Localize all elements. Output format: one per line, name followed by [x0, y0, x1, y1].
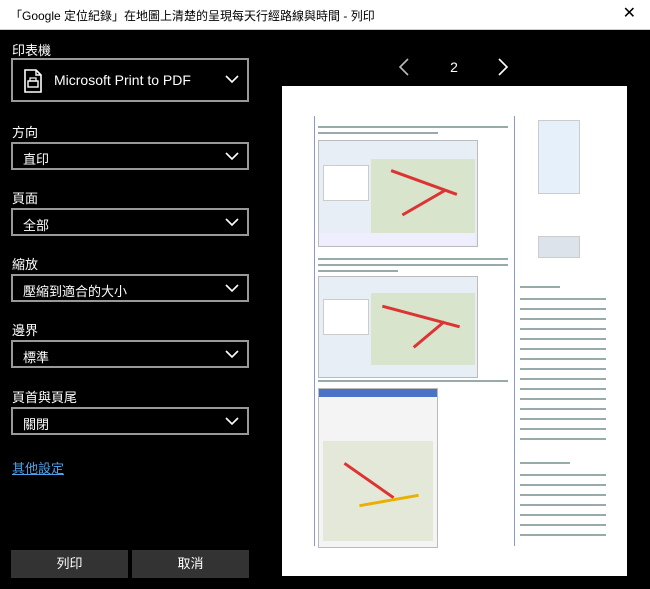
preview-text-line [520, 308, 606, 310]
chevron-down-icon [225, 350, 239, 359]
preview-timeline [319, 233, 475, 245]
preview-text-line [520, 318, 606, 320]
headers-footers-label: 頁首與頁尾 [12, 390, 78, 405]
chevron-down-icon [225, 75, 239, 84]
margins-value: 標準 [23, 350, 50, 365]
close-icon[interactable]: ✕ [623, 5, 636, 23]
margins-label: 邊界 [12, 323, 39, 338]
preview-text-line [318, 126, 508, 128]
preview-text-line [520, 504, 606, 506]
more-settings-link[interactable]: 其他設定 [12, 458, 64, 477]
preview-ad-image [538, 236, 580, 258]
print-button[interactable]: 列印 [11, 550, 128, 578]
preview-text-line [520, 388, 606, 390]
preview-map [323, 441, 433, 541]
printer-select[interactable]: Microsoft Print to PDF [11, 58, 249, 102]
preview-text-line [318, 132, 438, 134]
preview-text-line [520, 398, 606, 400]
preview-text-line [520, 368, 606, 370]
printer-label: 印表機 [12, 43, 52, 58]
preview-column-border [514, 116, 515, 546]
preview-text-line [318, 258, 508, 260]
preview-text-line [520, 418, 606, 420]
preview-text-line [520, 534, 606, 536]
pages-label: 頁面 [12, 191, 39, 206]
preview-text-line [520, 494, 606, 496]
preview-text-line [318, 270, 398, 272]
scale-label: 縮放 [12, 257, 39, 272]
headers-footers-select[interactable]: 關閉 [11, 407, 249, 435]
preview-text-line [318, 380, 508, 382]
preview-text-line [318, 264, 508, 266]
preview-text-line [520, 408, 606, 410]
pages-value: 全部 [23, 218, 50, 233]
preview-screenshot [318, 388, 438, 548]
chevron-left-icon[interactable] [398, 58, 410, 76]
chevron-down-icon [225, 284, 239, 293]
title-bar: 「Google 定位紀錄」在地圖上清楚的呈現每天行經路線與時間 - 列印 ✕ [0, 0, 650, 30]
scale-select[interactable]: 壓縮到適合的大小 [11, 274, 249, 302]
preview-calendar [323, 299, 369, 335]
preview-text-line [520, 328, 606, 330]
preview-header-bar [319, 389, 437, 397]
page-number: 2 [450, 59, 458, 75]
preview-text-line [520, 514, 606, 516]
chevron-down-icon [225, 218, 239, 227]
preview-text-line [520, 358, 606, 360]
preview-screenshot [318, 276, 478, 378]
preview-text-line [520, 462, 570, 464]
preview-text-line [520, 378, 606, 380]
chevron-down-icon [225, 152, 239, 161]
orientation-value: 直印 [23, 152, 50, 167]
printer-value: Microsoft Print to PDF [54, 72, 191, 88]
preview-text-line [520, 338, 606, 340]
preview-text-line [520, 438, 606, 440]
preview-text-line [520, 524, 606, 526]
scale-value: 壓縮到適合的大小 [23, 284, 128, 299]
preview-map [371, 159, 475, 233]
preview-calendar [323, 165, 369, 201]
window-title: 「Google 定位紀錄」在地圖上清楚的呈現每天行經路線與時間 - 列印 [10, 9, 375, 23]
preview-screenshot [318, 140, 478, 247]
preview-column-border [314, 116, 315, 546]
print-preview-page [282, 86, 627, 576]
preview-map [371, 293, 475, 365]
preview-text-line [520, 286, 560, 288]
orientation-label: 方向 [12, 125, 39, 140]
preview-text-line [520, 428, 606, 430]
cancel-button[interactable]: 取消 [132, 550, 249, 578]
preview-text-line [520, 298, 606, 300]
preview-ad-image [538, 120, 580, 194]
headers-footers-value: 關閉 [23, 417, 50, 432]
preview-text-line [520, 348, 606, 350]
pages-select[interactable]: 全部 [11, 208, 249, 236]
chevron-down-icon [225, 417, 239, 426]
preview-text-line [520, 474, 606, 476]
margins-select[interactable]: 標準 [11, 340, 249, 368]
orientation-select[interactable]: 直印 [11, 142, 249, 170]
printer-document-icon [24, 69, 42, 93]
preview-text-line [520, 484, 606, 486]
chevron-right-icon[interactable] [497, 58, 509, 76]
